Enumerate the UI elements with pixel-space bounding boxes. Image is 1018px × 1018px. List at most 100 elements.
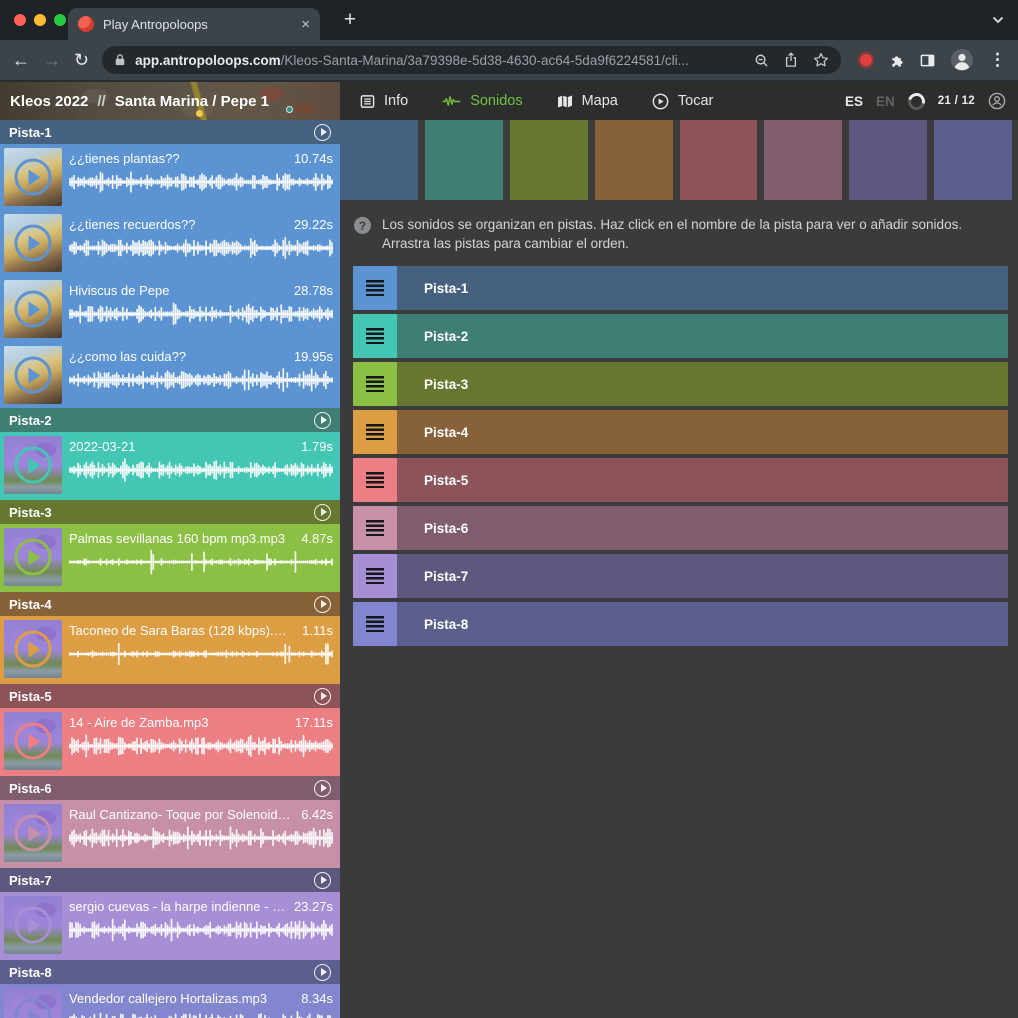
sound-thumbnail[interactable] [4,280,62,338]
drag-handle[interactable] [353,410,397,454]
profile-avatar[interactable] [950,48,974,72]
sound-item[interactable]: ¿¿tienes recuerdos?? 29.22s [0,210,340,276]
track-header[interactable]: Pista-4 [0,592,340,616]
track-play-button[interactable] [314,124,331,141]
track-play-button[interactable] [314,872,331,889]
drag-handle[interactable] [353,314,397,358]
project-map-thumbnail[interactable]: Kleos 2022 // Santa Marina / Pepe 1 [0,82,340,120]
back-button[interactable]: ← [12,51,30,69]
sound-item[interactable]: Taconeo de Sara Baras (128 kbps).mp3 1.1… [0,616,340,684]
sound-item[interactable]: Raul Cantizano- Toque por Solenoide.mp3 … [0,800,340,868]
sound-thumbnail[interactable] [4,148,62,206]
reload-button[interactable]: ↻ [74,51,89,69]
track-header[interactable]: Pista-7 [0,868,340,892]
sound-thumbnail[interactable] [4,712,62,770]
sound-thumbnail[interactable] [4,214,62,272]
zoom-window-button[interactable] [54,14,66,26]
sound-play-icon[interactable] [15,631,52,668]
track-header[interactable]: Pista-6 [0,776,340,800]
tab-info[interactable]: Info [360,93,408,109]
address-bar[interactable]: app.antropoloops.com/Kleos-Santa-Marina/… [102,46,841,74]
forward-button[interactable]: → [43,51,61,69]
drag-handle[interactable] [353,362,397,406]
drag-handle[interactable] [353,266,397,310]
sound-play-icon[interactable] [15,291,52,328]
sound-thumbnail[interactable] [4,346,62,404]
side-panel-icon[interactable] [920,53,935,68]
track-color-swatch[interactable] [510,120,588,200]
track-row-bar[interactable]: Pista-2 [397,314,1008,358]
sound-item[interactable]: 2022-03-21 1.79s [0,432,340,500]
track-row[interactable]: Pista-1 [353,266,1008,310]
drag-handle[interactable] [353,554,397,598]
browser-menu-icon[interactable]: ⋮ [989,50,1006,70]
drag-handle[interactable] [353,602,397,646]
sound-item[interactable]: ¿¿tienes plantas?? 10.74s [0,144,340,210]
tab-close-icon[interactable]: × [301,17,310,32]
track-row[interactable]: Pista-3 [353,362,1008,406]
track-color-swatch[interactable] [595,120,673,200]
tab-sonidos[interactable]: Sonidos [442,93,522,109]
sound-item[interactable]: ¿¿como las cuida?? 19.95s [0,342,340,408]
account-icon[interactable] [988,92,1006,110]
sound-item[interactable]: sergio cuevas - la harpe indienne - 03 -… [0,892,340,960]
zoom-out-icon[interactable] [754,53,769,68]
lock-icon[interactable] [114,53,126,67]
track-color-swatch[interactable] [764,120,842,200]
track-row[interactable]: Pista-8 [353,602,1008,646]
record-extension-icon[interactable] [860,54,872,66]
track-play-button[interactable] [314,780,331,797]
lang-en-button[interactable]: EN [876,94,895,109]
extensions-puzzle-icon[interactable] [890,53,905,68]
track-row[interactable]: Pista-2 [353,314,1008,358]
track-header[interactable]: Pista-1 [0,120,340,144]
track-color-swatch[interactable] [425,120,503,200]
track-play-button[interactable] [314,964,331,981]
tab-tocar[interactable]: Tocar [652,93,713,110]
sound-play-icon[interactable] [15,539,52,576]
sound-thumbnail[interactable] [4,988,62,1018]
track-play-button[interactable] [314,688,331,705]
sound-item[interactable]: Vendedor callejero Hortalizas.mp3 8.34s [0,984,340,1018]
sound-item[interactable]: Palmas sevillanas 160 bpm mp3.mp3 4.87s [0,524,340,592]
track-row[interactable]: Pista-6 [353,506,1008,550]
sound-play-icon[interactable] [15,159,52,196]
track-header[interactable]: Pista-5 [0,684,340,708]
track-color-swatch[interactable] [340,120,418,200]
track-row-bar[interactable]: Pista-3 [397,362,1008,406]
track-row-bar[interactable]: Pista-8 [397,602,1008,646]
track-row-bar[interactable]: Pista-5 [397,458,1008,502]
track-row-bar[interactable]: Pista-1 [397,266,1008,310]
share-icon[interactable] [784,52,798,68]
drag-handle[interactable] [353,458,397,502]
track-header[interactable]: Pista-8 [0,960,340,984]
minimize-window-button[interactable] [34,14,46,26]
sound-thumbnail[interactable] [4,896,62,954]
track-play-button[interactable] [314,596,331,613]
track-row-bar[interactable]: Pista-7 [397,554,1008,598]
track-header[interactable]: Pista-3 [0,500,340,524]
track-color-swatch[interactable] [849,120,927,200]
drag-handle[interactable] [353,506,397,550]
sound-play-icon[interactable] [15,815,52,852]
track-color-swatch[interactable] [680,120,758,200]
new-tab-button[interactable]: + [336,6,364,34]
track-play-button[interactable] [314,504,331,521]
sound-play-icon[interactable] [15,907,52,944]
track-row-bar[interactable]: Pista-4 [397,410,1008,454]
tab-mapa[interactable]: Mapa [557,93,618,109]
track-color-swatch[interactable] [934,120,1012,200]
track-play-button[interactable] [314,412,331,429]
track-row-bar[interactable]: Pista-6 [397,506,1008,550]
sound-play-icon[interactable] [15,999,52,1018]
sound-play-icon[interactable] [15,723,52,760]
sound-play-icon[interactable] [15,225,52,262]
sound-play-icon[interactable] [15,447,52,484]
track-row[interactable]: Pista-7 [353,554,1008,598]
sound-item[interactable]: Hiviscus de Pepe 28.78s [0,276,340,342]
sound-play-icon[interactable] [15,357,52,394]
lang-es-button[interactable]: ES [845,94,863,109]
sound-thumbnail[interactable] [4,620,62,678]
sound-item[interactable]: 14 - Aire de Zamba.mp3 17.11s [0,708,340,776]
track-row[interactable]: Pista-5 [353,458,1008,502]
